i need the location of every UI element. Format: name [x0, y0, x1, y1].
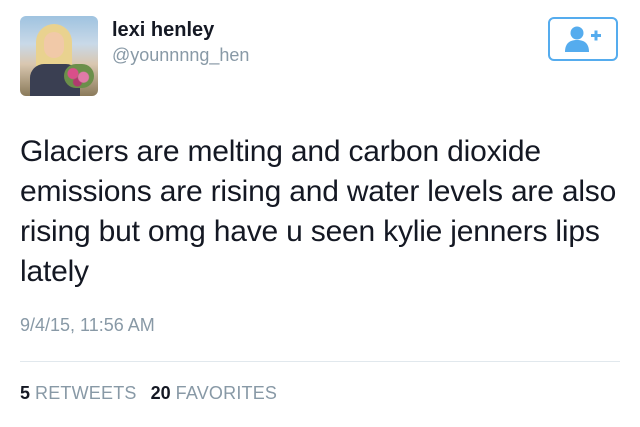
user-handle[interactable]: @younnnng_hen [112, 45, 249, 66]
follow-button[interactable] [548, 17, 618, 61]
tweet-text: Glaciers are melting and carbon dioxide … [20, 135, 617, 288]
retweets-stat[interactable]: 5 RETWEETS [20, 383, 137, 404]
favorites-count: 20 [150, 383, 171, 403]
avatar-flowers [64, 64, 94, 88]
tweet-card: lexi henley @younnnng_hen Glaciers are m… [0, 0, 640, 427]
tweet-timestamp[interactable]: 9/4/15, 11:56 AM [20, 315, 155, 336]
retweets-count: 5 [20, 383, 31, 403]
user-name[interactable]: lexi henley [112, 19, 214, 42]
add-user-icon [565, 26, 601, 52]
favorites-label: FAVORITES [175, 383, 278, 403]
divider [20, 361, 620, 362]
retweets-label: RETWEETS [35, 383, 137, 403]
favorites-stat[interactable]: 20 FAVORITES [151, 383, 278, 404]
avatar[interactable] [20, 16, 98, 96]
avatar-face [44, 32, 64, 58]
tweet-stats: 5 RETWEETS 20 FAVORITES [20, 383, 277, 404]
